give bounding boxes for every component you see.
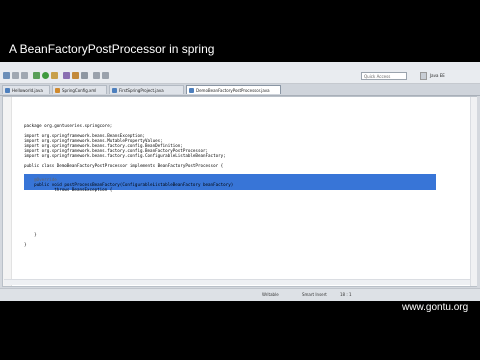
quick-access-input[interactable]: Quick Access	[361, 72, 407, 80]
xml-file-icon	[55, 88, 60, 93]
tab-label: Helloworld.java	[12, 88, 43, 93]
horizontal-scrollbar[interactable]	[4, 279, 470, 285]
editor-gutter	[3, 97, 12, 286]
open-type-icon[interactable]	[72, 72, 79, 79]
editor-tab-bar: Helloworld.java SpringConfig.xml FirstSp…	[0, 84, 480, 96]
code-line: import org.springframework.beans.factory…	[24, 153, 226, 158]
print-icon[interactable]	[21, 72, 28, 79]
tab-demobeanfactorypostprocessor[interactable]: DemoBeanFactoryPostProcessor.java	[186, 85, 281, 94]
debug-icon[interactable]	[33, 72, 40, 79]
tab-helloworld[interactable]: Helloworld.java	[2, 85, 50, 94]
java-file-icon	[5, 88, 10, 93]
status-cursor-position: 18 : 1	[340, 292, 352, 297]
new-file-icon[interactable]	[3, 72, 10, 79]
run-icon[interactable]	[42, 72, 49, 79]
save-icon[interactable]	[12, 72, 19, 79]
java-file-icon	[189, 88, 194, 93]
code-line-selected: MutablePropertyValues propertyValues = b…	[24, 203, 231, 208]
vertical-scrollbar[interactable]	[470, 97, 477, 286]
toolbar: Quick Access Java EE	[0, 70, 480, 84]
watermark: www.gontu.org	[402, 302, 469, 313]
code-line: }	[24, 232, 37, 237]
tab-label: DemoBeanFactoryPostProcessor.java	[196, 88, 270, 93]
back-icon[interactable]	[93, 72, 100, 79]
status-insert-mode: Smart Insert	[302, 292, 327, 297]
tab-label: FirstSpringProject.java	[119, 88, 164, 93]
code-line: package org.gontuseries.springcore;	[24, 123, 113, 128]
perspective-icon[interactable]	[420, 72, 427, 80]
code-line-selected: propertyValues.addPropertyValue("welcome…	[24, 213, 347, 218]
search-icon[interactable]	[81, 72, 88, 79]
code-line: }	[24, 242, 27, 247]
java-file-icon	[112, 88, 117, 93]
new-java-class-icon[interactable]	[63, 72, 70, 79]
status-writable: Writable	[262, 292, 279, 297]
tab-springconfig[interactable]: SpringConfig.xml	[52, 85, 107, 94]
tab-firstspringproject[interactable]: FirstSpringProject.java	[109, 85, 184, 94]
video-title: A BeanFactoryPostProcessor in spring	[9, 42, 215, 56]
tab-label: SpringConfig.xml	[62, 88, 97, 93]
eclipse-window: Quick Access Java EE Helloworld.java Spr…	[0, 62, 480, 301]
code-area[interactable]: package org.gontuseries.springcore; impo…	[24, 97, 469, 286]
perspective-label[interactable]: Java EE	[430, 72, 454, 80]
forward-icon[interactable]	[102, 72, 109, 79]
code-editor[interactable]: package org.gontuseries.springcore; impo…	[2, 96, 477, 287]
status-bar: Writable Smart Insert 18 : 1	[0, 288, 480, 301]
external-tools-icon[interactable]	[51, 72, 58, 79]
code-line: throws BeansException {	[24, 187, 113, 192]
code-line: public class DemoBeanFactoryPostProcesso…	[24, 163, 224, 168]
